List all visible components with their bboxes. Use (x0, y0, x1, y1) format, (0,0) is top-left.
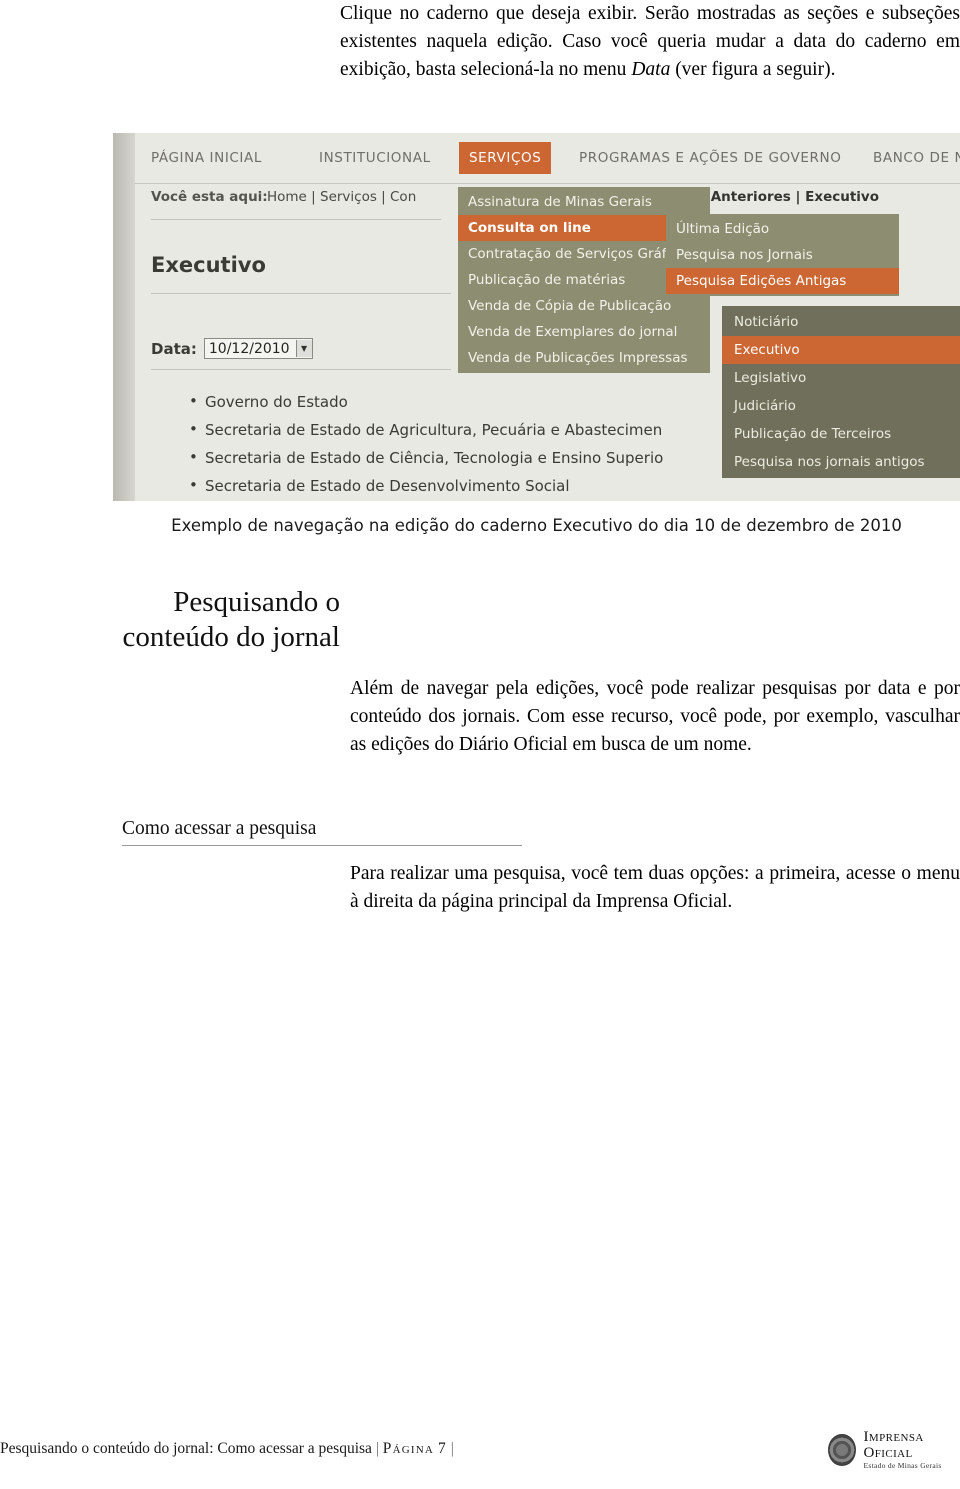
date-filter-row: Data: 10/12/2010 ▼ (151, 338, 313, 359)
menu-item-executivo[interactable]: Executivo (722, 336, 960, 364)
menu-item-pesquisa-edicoes-antigas[interactable]: Pesquisa Edições Antigas (666, 268, 899, 294)
menu-item-judiciario[interactable]: Judiciário (722, 392, 960, 420)
site-navigation-bar: PÁGINA INICIAL INSTITUCIONAL SERVIÇOS PR… (135, 133, 960, 184)
imprensa-oficial-logo: Imprensa Oficial Estado de Minas Gerais (828, 1429, 960, 1470)
intro-text-italic: Data (631, 59, 671, 80)
menu-item-pesquisa-nos-jornais[interactable]: Pesquisa nos Jornais (666, 242, 899, 268)
breadcrumb-right-links[interactable]: s Anteriores | Executivo (698, 189, 879, 205)
footer-trail: Pesquisando o conteúdo do jornal: Como a… (0, 1440, 372, 1457)
logo-sub-text: Estado de Minas Gerais (863, 1460, 942, 1470)
subsection-heading-rule (122, 845, 522, 846)
menu-item-legislativo[interactable]: Legislativo (722, 364, 960, 392)
page-number: 7 (437, 1440, 447, 1457)
divider-under-title (151, 293, 451, 294)
nav-item-pagina-inicial[interactable]: PÁGINA INICIAL (151, 150, 262, 166)
nav-item-programas-acoes[interactable]: PROGRAMAS E AÇÕES DE GOVERNO (579, 150, 841, 166)
seal-icon (828, 1433, 856, 1466)
subsection-heading: Como acessar a pesquisa (122, 818, 317, 839)
menu-item-venda-publicacoes-impressas[interactable]: Venda de Publicações Impressas (458, 345, 710, 371)
intro-paragraph: Clique no caderno que deseja exibir. Ser… (340, 0, 960, 84)
nav-item-banco-de-noticias[interactable]: BANCO DE N (873, 150, 960, 166)
list-item[interactable]: Secretaria de Estado de Agricultura, Pec… (189, 420, 663, 439)
dropdown-submenu-consulta: Última Edição Pesquisa nos Jornais Pesqu… (666, 214, 899, 296)
section-title: Pesquisando o conteúdo do jornal (72, 585, 340, 655)
logo-main-text: Imprensa Oficial (863, 1429, 924, 1461)
footer-separator-1: | (375, 1440, 379, 1457)
nav-item-institucional[interactable]: INSTITUCIONAL (319, 150, 431, 166)
figure-page-body: PÁGINA INICIAL INSTITUCIONAL SERVIÇOS PR… (135, 133, 960, 501)
figure-caption: Exemplo de navegação na edição do cadern… (171, 516, 902, 535)
list-item[interactable]: Secretaria de Estado de Desenvolvimento … (189, 476, 663, 495)
breadcrumb-label: Você esta aqui: (151, 189, 268, 205)
date-label: Data: (151, 339, 197, 358)
menu-item-assinatura[interactable]: Assinatura de Minas Gerais (458, 189, 710, 215)
page-footer: Pesquisando o conteúdo do jornal: Como a… (0, 1429, 960, 1489)
section-paragraph-2: Para realizar uma pesquisa, você tem dua… (350, 863, 960, 912)
section-paragraph-1: Além de navegar pela edições, você pode … (350, 678, 960, 755)
divider-top (151, 219, 441, 220)
intro-text-part2: (ver figura a seguir). (670, 59, 836, 80)
dropdown-submenu-edicoes-antigas: Noticiário Executivo Legislativo Judiciá… (722, 306, 960, 478)
menu-item-venda-copia-publicacao[interactable]: Venda de Cópia de Publicação (458, 293, 710, 319)
menu-item-publicacao-terceiros[interactable]: Publicação de Terceiros (722, 420, 960, 448)
date-select[interactable]: 10/12/2010 ▼ (203, 338, 313, 359)
menu-item-pesquisa-jornais-antigos[interactable]: Pesquisa nos jornais antigos (722, 448, 960, 476)
screenshot-figure: PÁGINA INICIAL INSTITUCIONAL SERVIÇOS PR… (113, 133, 960, 501)
section-list: Governo do Estado Secretaria de Estado d… (165, 392, 663, 501)
chevron-down-icon[interactable]: ▼ (295, 340, 312, 357)
list-item[interactable]: Governo do Estado (189, 392, 663, 411)
logo-text: Imprensa Oficial Estado de Minas Gerais (863, 1429, 960, 1470)
nav-item-servicos[interactable]: SERVIÇOS (459, 142, 552, 174)
footer-separator-2: | (450, 1440, 454, 1457)
figure-page-title: Executivo (151, 253, 266, 277)
footer-breadcrumb: Pesquisando o conteúdo do jornal: Como a… (0, 1440, 454, 1458)
menu-item-ultima-edicao[interactable]: Última Edição (666, 216, 899, 242)
breadcrumb-links[interactable]: Home | Serviços | Con (267, 189, 416, 205)
list-item[interactable]: Secretaria de Estado de Ciência, Tecnolo… (189, 448, 663, 467)
menu-item-venda-exemplares-jornal[interactable]: Venda de Exemplares do jornal (458, 319, 710, 345)
section-title-line1: Pesquisando o (173, 586, 340, 618)
menu-item-noticiario[interactable]: Noticiário (722, 308, 960, 336)
divider-under-date (151, 369, 451, 370)
figure-left-gutter (113, 133, 135, 501)
date-select-value: 10/12/2010 (208, 340, 290, 357)
footer-page-word: Página (382, 1440, 435, 1457)
section-title-line2: conteúdo do jornal (122, 621, 340, 653)
